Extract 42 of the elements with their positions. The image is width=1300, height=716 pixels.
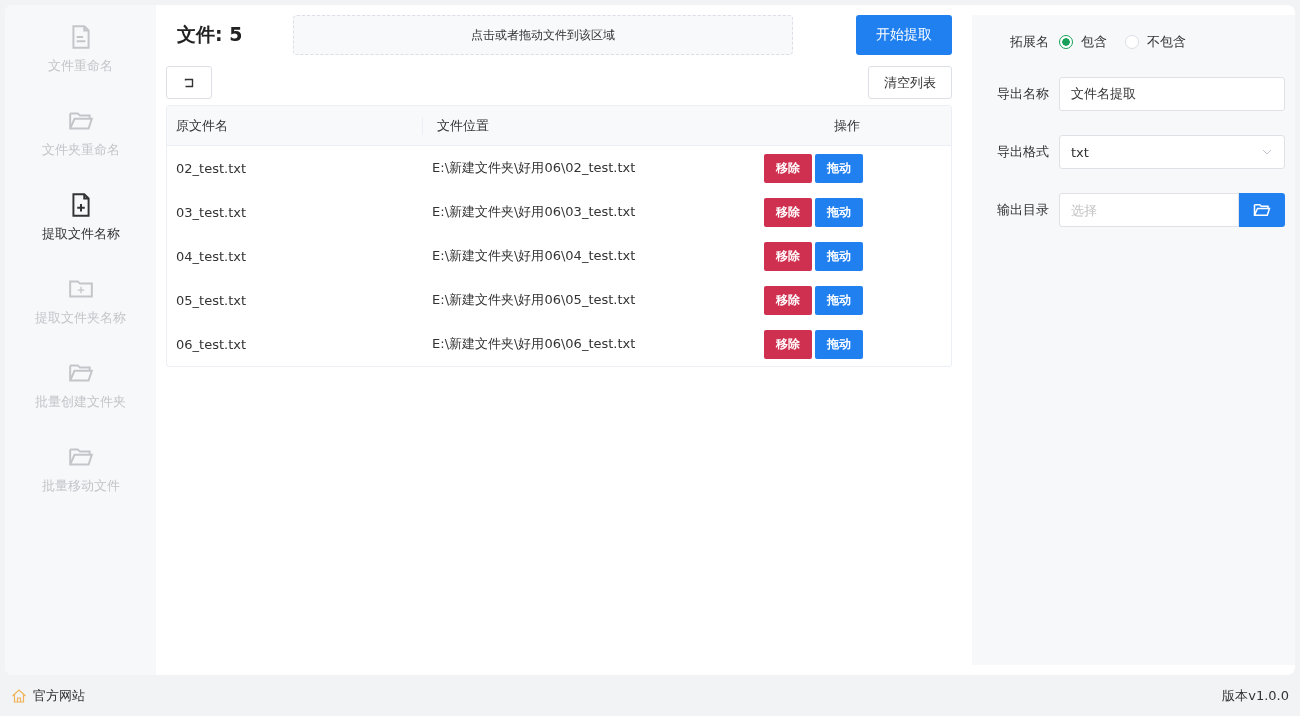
radio-option[interactable]: 不包含 <box>1125 33 1186 51</box>
drag-button[interactable]: 拖动 <box>815 197 864 227</box>
sidebar-item[interactable]: 提取文件名称 <box>5 191 156 275</box>
radio-option[interactable]: 包含 <box>1059 33 1107 51</box>
field-label: 拓展名 <box>1009 33 1050 51</box>
table-cell-text: 04_test.txt <box>175 248 248 264</box>
remove-button[interactable]: 移除 <box>764 153 813 183</box>
drag-button[interactable]: 拖动 <box>815 153 864 183</box>
field-label: 输出目录 <box>996 201 1050 219</box>
drag-button[interactable]: 拖动 <box>815 285 864 315</box>
remove-button[interactable]: 移除 <box>764 329 813 359</box>
start-button[interactable]: 开始提取 <box>856 15 952 55</box>
field-label: 导出名称 <box>996 85 1050 103</box>
drop-zone[interactable]: 点击或者拖动文件到该区域 <box>293 15 793 55</box>
version-label: 版本v1.0.0 <box>1222 686 1289 705</box>
website-link[interactable]: 官方网站 <box>11 686 85 705</box>
column-header: 原文件名 <box>175 116 229 135</box>
folder-icon <box>1253 201 1271 219</box>
remove-button[interactable]: 移除 <box>764 285 813 315</box>
clear-list-button[interactable]: 清空列表 <box>868 66 952 99</box>
table-cell-text: E:\新建文件夹\好用06\02_test.txt <box>431 159 637 177</box>
column-header: 操作 <box>833 116 861 135</box>
drag-button[interactable]: 拖动 <box>815 241 864 271</box>
column-header: 文件位置 <box>422 116 752 135</box>
field-label: 导出格式 <box>996 143 1050 161</box>
drag-button[interactable]: 拖动 <box>815 329 864 359</box>
export-name-field[interactable]: 文件名提取 <box>1059 77 1285 111</box>
remove-button[interactable]: 移除 <box>764 197 813 227</box>
file-count: 文件: 5 <box>176 22 244 47</box>
table-cell-text: E:\新建文件夹\好用06\03_test.txt <box>431 203 637 221</box>
table-cell-text: 06_test.txt <box>175 336 248 352</box>
browse-button[interactable] <box>1239 193 1285 227</box>
table-cell-text: 05_test.txt <box>175 292 248 308</box>
table-cell-text: E:\新建文件夹\好用06\04_test.txt <box>431 247 637 265</box>
remove-button[interactable]: 移除 <box>764 241 813 271</box>
table-cell-text: 02_test.txt <box>175 160 248 176</box>
format-dropdown[interactable]: txt <box>1059 135 1285 169</box>
table-cell-text: 03_test.txt <box>175 204 248 220</box>
output-directory-field[interactable]: 选择 <box>1059 193 1239 227</box>
table-cell-text: E:\新建文件夹\好用06\05_test.txt <box>431 291 637 309</box>
home-icon <box>11 687 27 704</box>
table-cell-text: E:\新建文件夹\好用06\06_test.txt <box>431 335 637 353</box>
